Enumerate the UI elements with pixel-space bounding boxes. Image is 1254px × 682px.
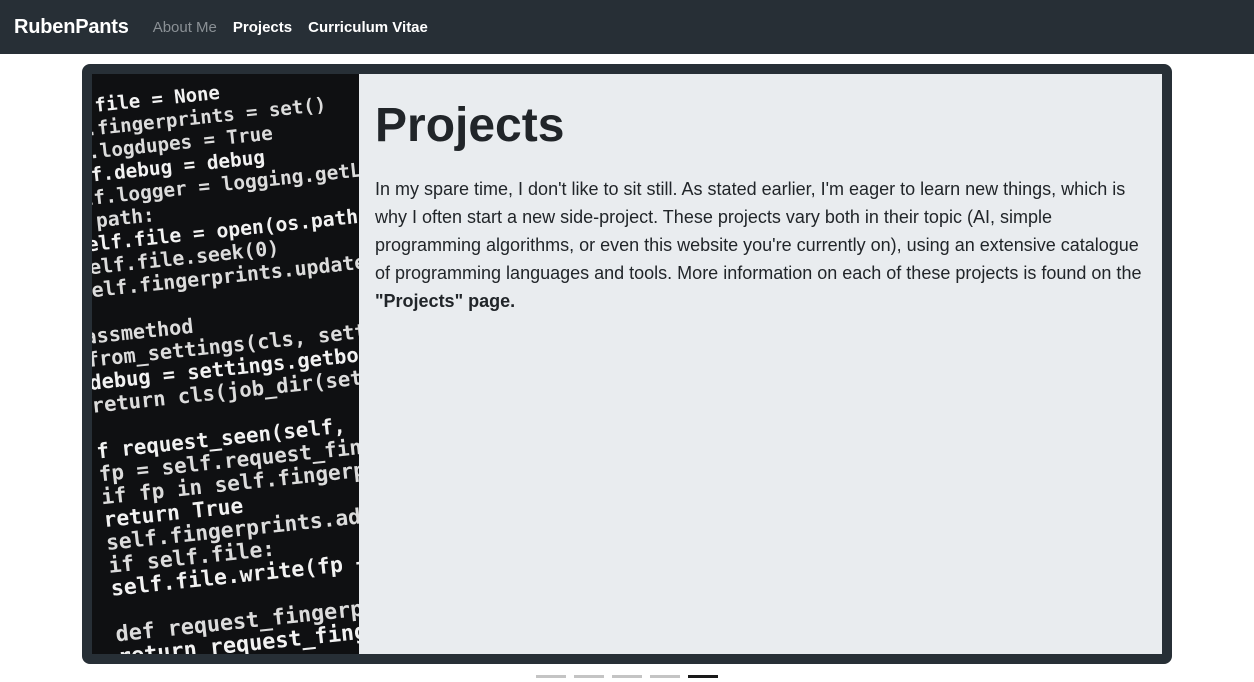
code-screenshot-image: if.file = None lf.fingerprints = set() lf.…	[92, 74, 359, 654]
slide-description: In my spare time, I don't like to sit st…	[375, 175, 1145, 315]
projects-page-link[interactable]: "Projects" page.	[375, 291, 515, 311]
carousel-indicators	[536, 675, 726, 678]
slide-body-text: In my spare time, I don't like to sit st…	[375, 178, 1142, 283]
nav-link-about-me[interactable]: About Me	[153, 19, 217, 36]
code-image-graphic: if.file = Nonelf.fingerprints = set()lf.…	[92, 82, 359, 654]
carousel-indicator[interactable]	[612, 675, 642, 678]
carousel-indicator[interactable]	[650, 675, 680, 678]
code-lines-group: if.file = Nonelf.fingerprints = set()lf.…	[92, 82, 359, 654]
carousel: if.file = None lf.fingerprints = set() lf.…	[82, 64, 1172, 664]
nav-link-curriculum-vitae[interactable]: Curriculum Vitae	[308, 19, 428, 36]
carousel-indicator[interactable]	[574, 675, 604, 678]
slide-content: Projects In my spare time, I don't like …	[359, 74, 1162, 654]
top-navbar: RubenPants About Me Projects Curriculum …	[0, 0, 1254, 54]
nav-links: About Me Projects Curriculum Vitae	[153, 19, 444, 36]
carousel-slide: if.file = None lf.fingerprints = set() lf.…	[92, 74, 1162, 654]
slide-title: Projects	[375, 99, 565, 152]
carousel-indicator[interactable]	[536, 675, 566, 678]
carousel-indicator[interactable]	[688, 675, 718, 678]
nav-link-projects[interactable]: Projects	[233, 19, 292, 36]
brand-logo[interactable]: RubenPants	[14, 16, 129, 39]
